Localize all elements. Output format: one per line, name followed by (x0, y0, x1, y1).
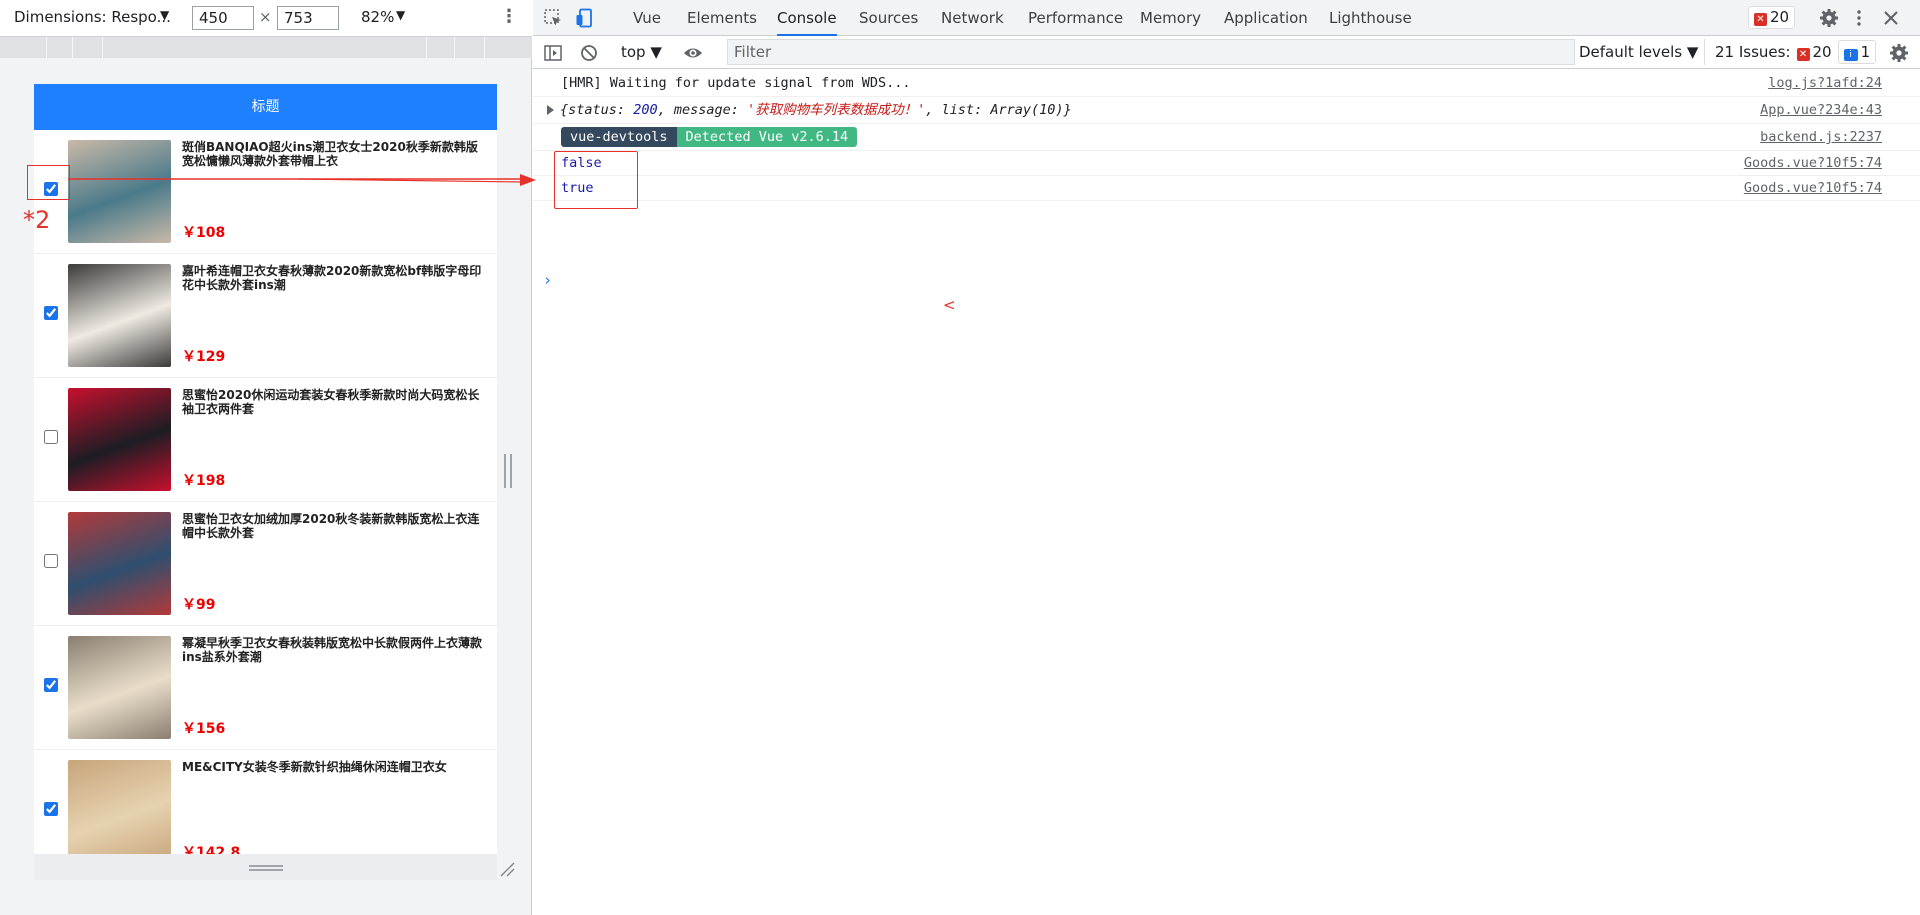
corner-resize-icon[interactable] (499, 861, 515, 877)
gear-icon[interactable] (1819, 8, 1839, 28)
goods-price: ￥142.8 (182, 845, 241, 854)
media-query-ruler[interactable] (0, 36, 532, 59)
dimensions-caret-icon[interactable]: ▼ (160, 8, 169, 22)
annotation-box (27, 165, 70, 200)
console-toolbar: top ▼ Default levels ▼ 21 Issues:✕20i1 (533, 36, 1920, 69)
zoom-dropdown[interactable]: 82% (361, 8, 394, 26)
goods-price: ￥99 (182, 597, 216, 613)
devtools-tabbar: Vue Elements Console Sources Network Performa… (533, 0, 1920, 36)
vue-version-badge: Detected Vue v2.6.14 (676, 127, 858, 147)
dimension-separator: × (259, 8, 272, 26)
context-selector[interactable]: top ▼ (621, 43, 662, 61)
goods-name: ME&CITY女装冬季新款针织抽绳休闲连帽卫衣女 (182, 760, 447, 774)
goods-checkbox[interactable] (44, 554, 58, 568)
source-link[interactable]: Goods.vue?10f5:74 (1744, 176, 1882, 200)
tab-network[interactable]: Network (941, 0, 1004, 36)
vue-devtools-badge: vue-devtools (561, 127, 677, 147)
goods-thumbnail (68, 760, 171, 854)
console-prompt[interactable]: › (543, 271, 552, 289)
device-toolbar: Dimensions: Respo... ▼ × 82% ▼ ⋮ (0, 0, 532, 36)
tab-elements[interactable]: Elements (687, 0, 757, 36)
goods-name: 嘉叶希连帽卫衣女春秋薄款2020新款宽松bf韩版字母印花中长款外套ins潮 (182, 264, 482, 292)
log-levels-dropdown[interactable]: Default levels ▼ (1579, 43, 1698, 61)
console-message: vue-devtools Detected Vue v2.6.14 backend… (533, 124, 1920, 151)
tab-lighthouse[interactable]: Lighthouse (1329, 0, 1412, 36)
error-icon: ✕ (1796, 48, 1810, 61)
console-settings-gear-icon[interactable] (1889, 43, 1909, 63)
goods-checkbox[interactable] (44, 802, 58, 816)
kebab-menu-icon[interactable] (1849, 8, 1869, 28)
goods-thumbnail (68, 636, 171, 739)
tab-memory[interactable]: Memory (1140, 0, 1201, 36)
device-height-input[interactable] (277, 6, 339, 30)
goods-item: 思蜜怡2020休闲运动套装女春秋季新款时尚大码宽松长袖卫衣两件套 ￥198 (34, 378, 497, 502)
console-filter-input[interactable] (727, 39, 1575, 65)
resize-grip-icon[interactable] (249, 865, 283, 871)
console-message: true Goods.vue?10f5:74 (533, 176, 1920, 201)
device-width-input[interactable] (192, 6, 254, 30)
goods-name: 思蜜怡2020休闲运动套装女春秋季新款时尚大码宽松长袖卫衣两件套 (182, 388, 480, 416)
goods-price: ￥108 (182, 225, 226, 241)
more-options-icon[interactable]: ⋮ (500, 6, 518, 27)
clear-console-icon[interactable] (579, 43, 599, 63)
goods-item: 嘉叶希连帽卫衣女春秋薄款2020新款宽松bf韩版字母印花中长款外套ins潮 ￥12… (34, 254, 497, 378)
inspect-element-icon[interactable] (543, 8, 563, 28)
annotation-count-label: *2 (23, 206, 51, 234)
device-viewport: 标题 斑俏BANQIAO超火ins潮卫衣女士2020秋季新款韩版宽松慵懒风薄款外… (34, 84, 497, 854)
console-message-object[interactable]: {status: 200, message: '获取购物车列表数据成功！', l… (533, 97, 1920, 124)
goods-price: ￥129 (182, 349, 226, 365)
annotation-box (554, 151, 638, 209)
goods-name: 幂凝早秋季卫衣女春秋装韩版宽松中长款假两件上衣薄款ins盐系外套潮 (182, 636, 483, 664)
console-message: [HMR] Waiting for update signal from WDS… (533, 70, 1920, 97)
source-link[interactable]: backend.js:2237 (1760, 124, 1882, 150)
goods-item: 思蜜怡卫衣女加绒加厚2020秋冬装新款韩版宽松上衣连帽中长款外套 ￥99 (34, 502, 497, 626)
issues-counter[interactable]: 21 Issues: ✕ 20 i 1 (1704, 39, 1877, 65)
console-message: false Goods.vue?10f5:74 (533, 151, 1920, 176)
annotation-mark: < (943, 296, 956, 314)
page-title: 标题 (34, 84, 497, 130)
source-link[interactable]: App.vue?234e:43 (1760, 97, 1882, 123)
goods-price: ￥198 (182, 473, 226, 489)
show-sidebar-icon[interactable] (543, 43, 563, 63)
console-message-text: [HMR] Waiting for update signal from WDS… (561, 75, 911, 91)
goods-list: 斑俏BANQIAO超火ins潮卫衣女士2020秋季新款韩版宽松慵懒风薄款外套带帽… (34, 130, 497, 854)
dimensions-dropdown[interactable]: Dimensions: Respo... (14, 8, 171, 26)
tab-vue[interactable]: Vue (633, 0, 661, 36)
devtools-panel: Vue Elements Console Sources Network Performa… (533, 0, 1920, 915)
goods-item: 斑俏BANQIAO超火ins潮卫衣女士2020秋季新款韩版宽松慵懒风薄款外套带帽… (34, 130, 497, 254)
tab-console[interactable]: Console (777, 0, 837, 36)
goods-checkbox[interactable] (44, 430, 58, 444)
zoom-caret-icon[interactable]: ▼ (396, 8, 405, 22)
goods-item: ME&CITY女装冬季新款针织抽绳休闲连帽卫衣女 ￥142.8 (34, 750, 497, 854)
goods-item: 幂凝早秋季卫衣女春秋装韩版宽松中长款假两件上衣薄款ins盐系外套潮 ￥156 (34, 626, 497, 750)
close-icon[interactable] (1881, 8, 1901, 28)
annotation-arrow (68, 174, 536, 186)
tab-sources[interactable]: Sources (859, 0, 918, 36)
source-link[interactable]: Goods.vue?10f5:74 (1744, 151, 1882, 175)
goods-checkbox[interactable] (44, 306, 58, 320)
goods-name: 斑俏BANQIAO超火ins潮卫衣女士2020秋季新款韩版宽松慵懒风薄款外套带帽… (182, 140, 478, 168)
device-toolbar-icon[interactable] (575, 8, 595, 28)
goods-price: ￥156 (182, 721, 226, 737)
device-emulation-panel: Dimensions: Respo... ▼ × 82% ▼ ⋮ 标题 斑俏BA… (0, 0, 532, 915)
goods-checkbox[interactable] (44, 678, 58, 692)
error-count-badge[interactable]: ✕ 20 (1748, 6, 1796, 29)
info-icon: i (1843, 49, 1858, 61)
tab-application[interactable]: Application (1224, 0, 1308, 36)
console-messages: [HMR] Waiting for update signal from WDS… (533, 70, 1920, 289)
side-resize-handle[interactable] (504, 454, 512, 488)
tab-performance[interactable]: Performance (1028, 0, 1123, 36)
error-icon: ✕ (1754, 13, 1767, 26)
goods-thumbnail (68, 264, 171, 367)
goods-thumbnail (68, 140, 171, 243)
expand-triangle-icon[interactable] (547, 105, 554, 115)
viewport-resize-bar[interactable] (34, 854, 497, 880)
goods-thumbnail (68, 388, 171, 491)
goods-thumbnail (68, 512, 171, 615)
goods-name: 思蜜怡卫衣女加绒加厚2020秋冬装新款韩版宽松上衣连帽中长款外套 (182, 512, 480, 540)
live-expression-eye-icon[interactable] (683, 43, 703, 63)
source-link[interactable]: log.js?1afd:24 (1768, 70, 1882, 96)
